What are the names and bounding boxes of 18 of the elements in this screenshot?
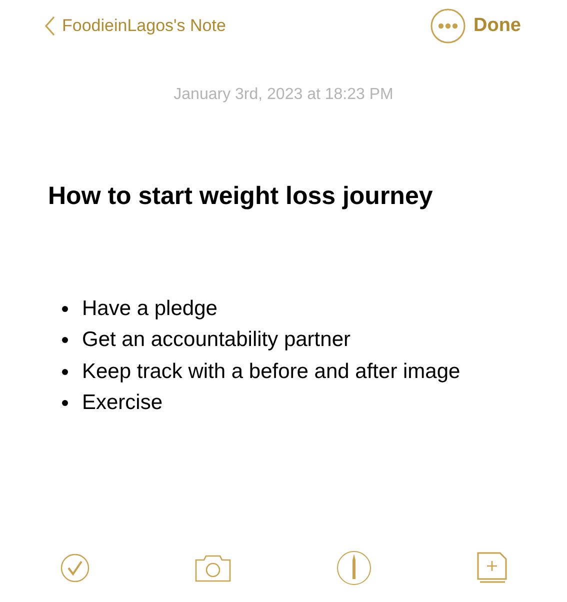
more-icon[interactable]	[430, 8, 466, 44]
list-item: Get an accountability partner	[82, 328, 350, 352]
back-button[interactable]: FoodieinLagos's Note	[44, 15, 226, 37]
note-title: How to start weight loss journey	[48, 182, 434, 211]
list-item: Keep track with a before and after image	[82, 360, 460, 384]
list-item: Exercise	[82, 391, 163, 416]
bullet-icon	[62, 368, 68, 375]
note-date: January 3rd, 2023 at 18:23 PM	[172, 86, 394, 104]
new-note-icon[interactable]	[477, 552, 507, 584]
chevron-icon	[44, 15, 56, 37]
camera-icon[interactable]	[195, 554, 231, 582]
bullet-icon	[62, 306, 68, 312]
list-item: Have a pledge	[82, 296, 218, 321]
pen-icon[interactable]	[336, 550, 372, 586]
bullet-icon	[62, 337, 68, 344]
done-button[interactable]: Done	[474, 15, 521, 37]
bullet-icon	[62, 400, 68, 406]
checklist-icon[interactable]	[60, 553, 90, 583]
